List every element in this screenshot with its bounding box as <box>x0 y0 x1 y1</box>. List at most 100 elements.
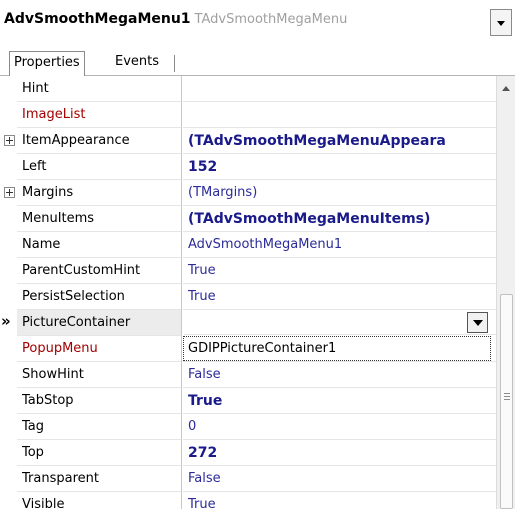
property-value[interactable]: True <box>183 258 496 284</box>
property-value[interactable]: (TMargins) <box>183 180 496 206</box>
property-value[interactable]: (TAdvSmoothMegaMenuItems) <box>183 206 496 232</box>
column-divider <box>181 232 182 258</box>
row-gutter <box>0 284 17 310</box>
property-row-visible[interactable]: Visible True <box>0 492 496 509</box>
column-divider <box>181 206 182 232</box>
column-divider <box>181 154 182 180</box>
scrollbar-thumb[interactable] <box>500 294 513 509</box>
property-row-left[interactable]: Left 152 <box>0 154 496 180</box>
double-chevron-right-icon: » <box>1 312 11 330</box>
property-name[interactable]: ImageList <box>17 102 181 128</box>
plus-box-icon[interactable] <box>4 135 15 146</box>
row-gutter <box>0 362 17 388</box>
property-value[interactable]: True <box>183 388 496 414</box>
property-name[interactable]: Hint <box>17 76 181 102</box>
grip-line <box>504 399 510 400</box>
plus-box-icon[interactable] <box>4 187 15 198</box>
property-name[interactable]: ShowHint <box>17 362 181 388</box>
property-value[interactable]: 272 <box>183 440 496 466</box>
property-row-picturecontainer[interactable]: » PictureContainer <box>0 310 496 336</box>
component-name: AdvSmoothMegaMenu1 <box>4 11 191 27</box>
row-gutter <box>0 154 17 180</box>
property-value[interactable]: (TAdvSmoothMegaMenuAppeara <box>183 128 496 154</box>
property-name[interactable]: Transparent <box>17 466 181 492</box>
property-row-imagelist[interactable]: ImageList <box>0 102 496 128</box>
dropdown-list-item[interactable]: GDIPPictureContainer1 <box>183 336 491 361</box>
column-divider <box>181 180 182 206</box>
property-name[interactable]: ParentCustomHint <box>17 258 181 284</box>
row-gutter <box>0 492 17 509</box>
column-divider <box>181 336 182 362</box>
column-divider <box>181 258 182 284</box>
tab-events[interactable]: Events <box>111 51 163 76</box>
property-row-hint[interactable]: Hint <box>0 76 496 102</box>
property-value[interactable]: True <box>183 492 496 509</box>
row-gutter <box>0 440 17 466</box>
property-value[interactable]: AdvSmoothMegaMenu1 <box>183 232 496 258</box>
property-row-tag[interactable]: Tag 0 <box>0 414 496 440</box>
property-value[interactable]: True <box>183 284 496 310</box>
property-row-margins[interactable]: Margins (TMargins) <box>0 180 496 206</box>
grip-line <box>504 393 510 394</box>
property-name[interactable]: Visible <box>17 492 181 509</box>
property-value[interactable]: 0 <box>183 414 496 440</box>
row-gutter: » <box>0 310 17 336</box>
object-selector-dropdown-button[interactable] <box>490 9 512 36</box>
column-divider <box>181 414 182 440</box>
property-row-popupmenu[interactable]: PopupMenu GDIPPictureContainer1 <box>0 336 496 362</box>
property-row-name[interactable]: Name AdvSmoothMegaMenu1 <box>0 232 496 258</box>
property-row-itemappearance[interactable]: ItemAppearance (TAdvSmoothMegaMenuAppear… <box>0 128 496 154</box>
row-gutter <box>0 180 17 206</box>
row-gutter <box>0 232 17 258</box>
row-gutter <box>0 128 17 154</box>
property-grid: Hint ImageList ItemAppearance (TAdvSmoot… <box>0 76 496 509</box>
property-value[interactable] <box>183 76 496 102</box>
property-dropdown-button[interactable] <box>467 312 488 333</box>
property-name[interactable]: Tag <box>17 414 181 440</box>
property-name[interactable]: Margins <box>17 180 181 206</box>
property-row-tabstop[interactable]: TabStop True <box>0 388 496 414</box>
row-gutter <box>0 258 17 284</box>
property-row-top[interactable]: Top 272 <box>0 440 496 466</box>
property-name[interactable]: TabStop <box>17 388 181 414</box>
property-value[interactable]: 152 <box>183 154 496 180</box>
column-divider <box>181 76 182 102</box>
property-row-persistselection[interactable]: PersistSelection True <box>0 284 496 310</box>
property-name[interactable]: Top <box>17 440 181 466</box>
component-type: TAdvSmoothMegaMenu <box>194 12 348 27</box>
property-row-showhint[interactable]: ShowHint False <box>0 362 496 388</box>
tab-properties[interactable]: Properties <box>9 51 85 76</box>
property-value[interactable]: False <box>183 466 496 492</box>
row-gutter <box>0 466 17 492</box>
property-value[interactable]: False <box>183 362 496 388</box>
property-name[interactable]: PersistSelection <box>17 284 181 310</box>
column-divider <box>181 102 182 128</box>
property-row-menuitems[interactable]: MenuItems (TAdvSmoothMegaMenuItems) <box>0 206 496 232</box>
row-gutter <box>0 414 17 440</box>
property-name[interactable]: MenuItems <box>17 206 181 232</box>
property-value-editor[interactable] <box>184 311 496 335</box>
property-value[interactable] <box>183 102 496 128</box>
chevron-down-icon <box>497 21 505 26</box>
property-name[interactable]: Left <box>17 154 181 180</box>
arrow-up-icon[interactable] <box>502 86 510 91</box>
property-row-transparent[interactable]: Transparent False <box>0 466 496 492</box>
row-gutter <box>0 76 17 102</box>
property-name[interactable]: PictureContainer <box>17 310 181 336</box>
column-divider <box>181 310 182 336</box>
object-selector-title[interactable]: AdvSmoothMegaMenu1 TAdvSmoothMegaMenu <box>4 11 347 27</box>
vertical-scrollbar[interactable] <box>496 76 515 509</box>
column-divider <box>181 440 182 466</box>
property-name[interactable]: PopupMenu <box>17 336 181 362</box>
chevron-down-icon <box>473 320 483 326</box>
row-gutter <box>0 206 17 232</box>
property-name[interactable]: ItemAppearance <box>17 128 181 154</box>
column-divider <box>181 492 182 509</box>
property-name[interactable]: Name <box>17 232 181 258</box>
object-selector-header: AdvSmoothMegaMenu1 TAdvSmoothMegaMenu <box>0 0 515 46</box>
column-divider <box>181 362 182 388</box>
column-divider <box>181 388 182 414</box>
property-row-parentcustomhint[interactable]: ParentCustomHint True <box>0 258 496 284</box>
grip-line <box>504 396 510 397</box>
column-divider <box>181 128 182 154</box>
